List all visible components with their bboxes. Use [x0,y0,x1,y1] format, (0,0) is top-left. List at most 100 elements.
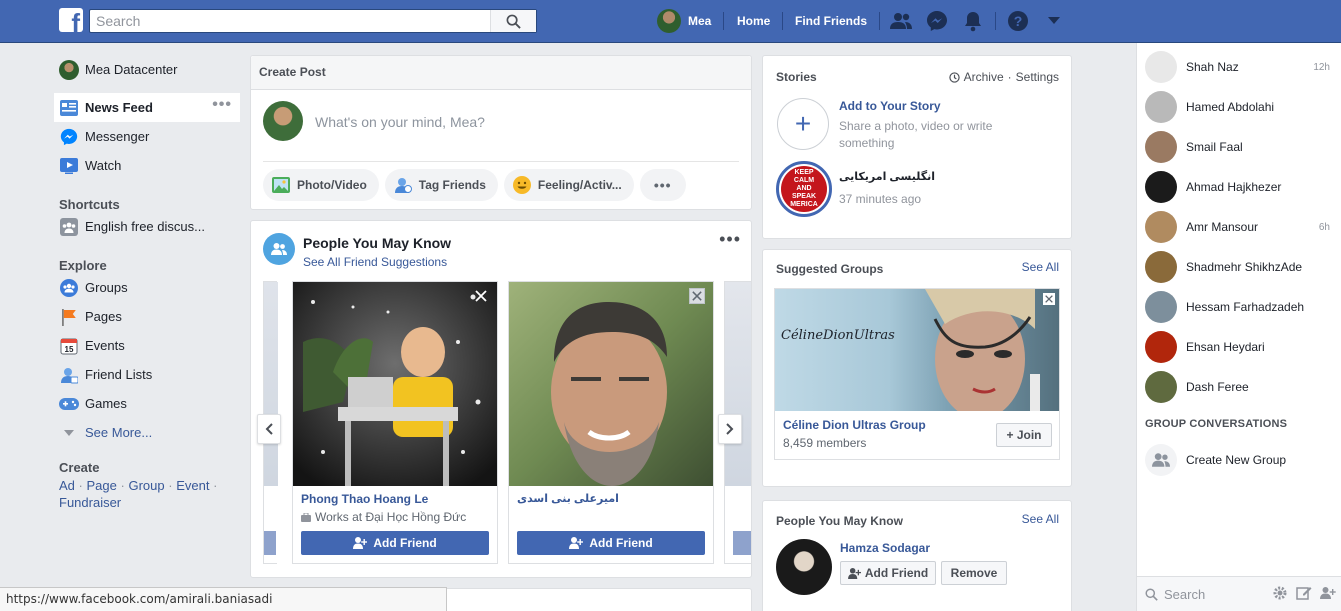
people-you-may-know-side-card: People You May Know See All Hamza Sodaga… [762,500,1072,611]
carousel-previous-button[interactable] [257,414,281,444]
avatar [1145,371,1177,403]
chat-contact-item[interactable]: Amr Mansour 6h [1137,207,1341,247]
see-all-groups-link[interactable]: See All [1022,260,1059,274]
create-group-icon [1145,444,1177,476]
see-all-friend-suggestions-link[interactable]: See All Friend Suggestions [303,255,447,269]
remove-suggestion-button[interactable]: Remove [941,561,1007,585]
stories-card: Stories Archive · Settings + Add to Your… [762,55,1072,239]
photo-video-button[interactable]: Photo/Video [263,169,379,201]
account-menu-chevron-down-icon[interactable] [1042,9,1066,33]
chat-contact-item[interactable]: Hamed Abdolahi [1137,87,1341,127]
more-options-button[interactable]: ••• [639,169,686,201]
friend-suggestion-card: Phong Thao Hoang Le Works at Đại Học Hồn… [292,281,498,564]
gear-icon[interactable] [1272,585,1288,601]
pymk-side-title: People You May Know [776,514,903,528]
close-icon[interactable] [473,288,489,304]
add-friend-button[interactable]: Add Friend [301,531,489,555]
messenger-icon[interactable] [925,9,949,33]
avatar [59,59,79,80]
see-all-people-link[interactable]: See All [1022,512,1059,526]
chat-contact-item[interactable]: Dash Feree [1137,367,1341,407]
friend-requests-icon[interactable] [889,9,913,33]
search-button[interactable] [490,10,536,32]
chat-contact-item[interactable]: Ehsan Heydari [1137,327,1341,367]
group-member-count: 8,459 members [783,436,867,450]
sidebar-item-watch[interactable]: Watch [54,151,244,180]
create-ad-link[interactable]: Ad [59,478,75,493]
create-new-group-button[interactable]: Create New Group [1137,440,1341,480]
group-name-link[interactable]: Céline Dion Ultras Group [783,418,926,432]
chat-contact-item[interactable]: Smail Faal [1137,127,1341,167]
sidebar-item-events[interactable]: 15 Events [54,331,244,360]
notifications-bell-icon[interactable] [961,9,985,33]
avatar [1145,211,1177,243]
tag-friends-button[interactable]: Tag Friends [384,169,498,201]
feeling-activity-button[interactable]: Feeling/Activ... [503,169,634,201]
compose-icon[interactable] [1296,585,1312,601]
chat-sidebar: Shah Naz 12h Hamed Abdolahi Smail Faal A… [1136,43,1341,611]
friend-suggestion-name[interactable]: امیرعلی بنی اسدی [517,492,619,505]
close-icon[interactable] [1043,293,1055,305]
sidebar-item-friend-lists[interactable]: Friend Lists [54,360,244,389]
add-story-button[interactable]: + [777,98,829,150]
left-nav-profile[interactable]: Mea Datacenter [54,55,244,84]
friend-suggestion-photo[interactable] [293,282,497,486]
more-options-icon[interactable]: ••• [212,97,232,113]
chat-contact-item[interactable]: Shah Naz 12h [1137,47,1341,87]
nav-find-friends-link[interactable]: Find Friends [795,0,867,42]
stories-archive-link[interactable]: Archive [964,70,1004,84]
chat-contact-item[interactable]: Ahmad Hajkhezer [1137,167,1341,207]
post-composer-input[interactable]: What's on your mind, Mea? [315,114,485,130]
add-friend-button[interactable]: Add Friend [840,561,936,585]
see-more-link[interactable]: See More... [54,418,244,447]
facebook-logo-icon[interactable]: f [59,8,83,32]
group-chat-icon[interactable] [1320,585,1336,601]
create-fundraiser-link[interactable]: Fundraiser [59,495,121,510]
add-friend-button[interactable]: Add Friend [517,531,705,555]
create-post-composer[interactable]: What's on your mind, Mea? [263,90,739,162]
sidebar-item-games[interactable]: Games [54,389,244,418]
suggested-person-name[interactable]: Hamza Sodagar [840,541,930,555]
stories-settings-link[interactable]: Settings [1016,70,1059,84]
carousel-next-button[interactable] [718,414,742,444]
sidebar-item-messenger[interactable]: Messenger [54,122,244,151]
friend-list-icon [59,365,79,385]
create-event-link[interactable]: Event [176,478,209,493]
avatar[interactable] [776,539,832,595]
help-icon[interactable]: ? [1006,9,1030,33]
chevron-right-icon [726,423,734,435]
story-thumbnail[interactable]: KEEP CALM AND SPEAK MERICA [776,161,832,217]
chat-contact-item[interactable]: Hessam Farhadzadeh [1137,287,1341,327]
close-icon[interactable] [689,288,705,304]
create-page-link[interactable]: Page [87,478,117,493]
create-group-link[interactable]: Group [128,478,164,493]
photo-icon [271,175,291,195]
sidebar-item-news-feed[interactable]: News Feed ••• [54,93,240,122]
stories-title: Stories [776,70,817,84]
more-options-icon[interactable]: ••• [719,230,741,248]
news-feed-icon [59,98,79,118]
group-cover-text: CélineDionUltras [781,328,895,343]
nav-profile-link[interactable]: Mea [657,0,711,42]
chat-search-input[interactable] [1164,586,1274,602]
story-timestamp: 37 minutes ago [839,192,922,206]
avatar [1145,291,1177,323]
nav-home-link[interactable]: Home [737,0,770,42]
friend-suggestion-photo[interactable] [509,282,713,486]
create-heading: Create [59,460,100,475]
chat-search-bar [1137,576,1341,611]
group-suggestion-card: CélineDionUltras Céline Dion Ultras Grou… [774,288,1060,460]
sidebar-item-english-free-discussion[interactable]: English free discus... [54,212,244,241]
sidebar-item-groups[interactable]: Groups [54,273,244,302]
story-author-name[interactable]: انگلیسی امریکایی [839,170,935,183]
avatar [1145,91,1177,123]
join-group-button[interactable]: + Join [996,423,1052,447]
friend-suggestion-name[interactable]: Phong Thao Hoang Le [301,492,428,506]
messenger-icon [59,127,79,147]
status-bar-url: https://www.facebook.com/amirali.baniasa… [0,587,447,611]
sidebar-item-pages[interactable]: Pages [54,302,244,331]
group-cover-photo[interactable]: CélineDionUltras [775,289,1059,411]
chat-contact-item[interactable]: Shadmehr ShikhzAde [1137,247,1341,287]
add-to-story-link[interactable]: Add to Your Story [839,99,941,113]
search-input[interactable] [90,10,490,32]
